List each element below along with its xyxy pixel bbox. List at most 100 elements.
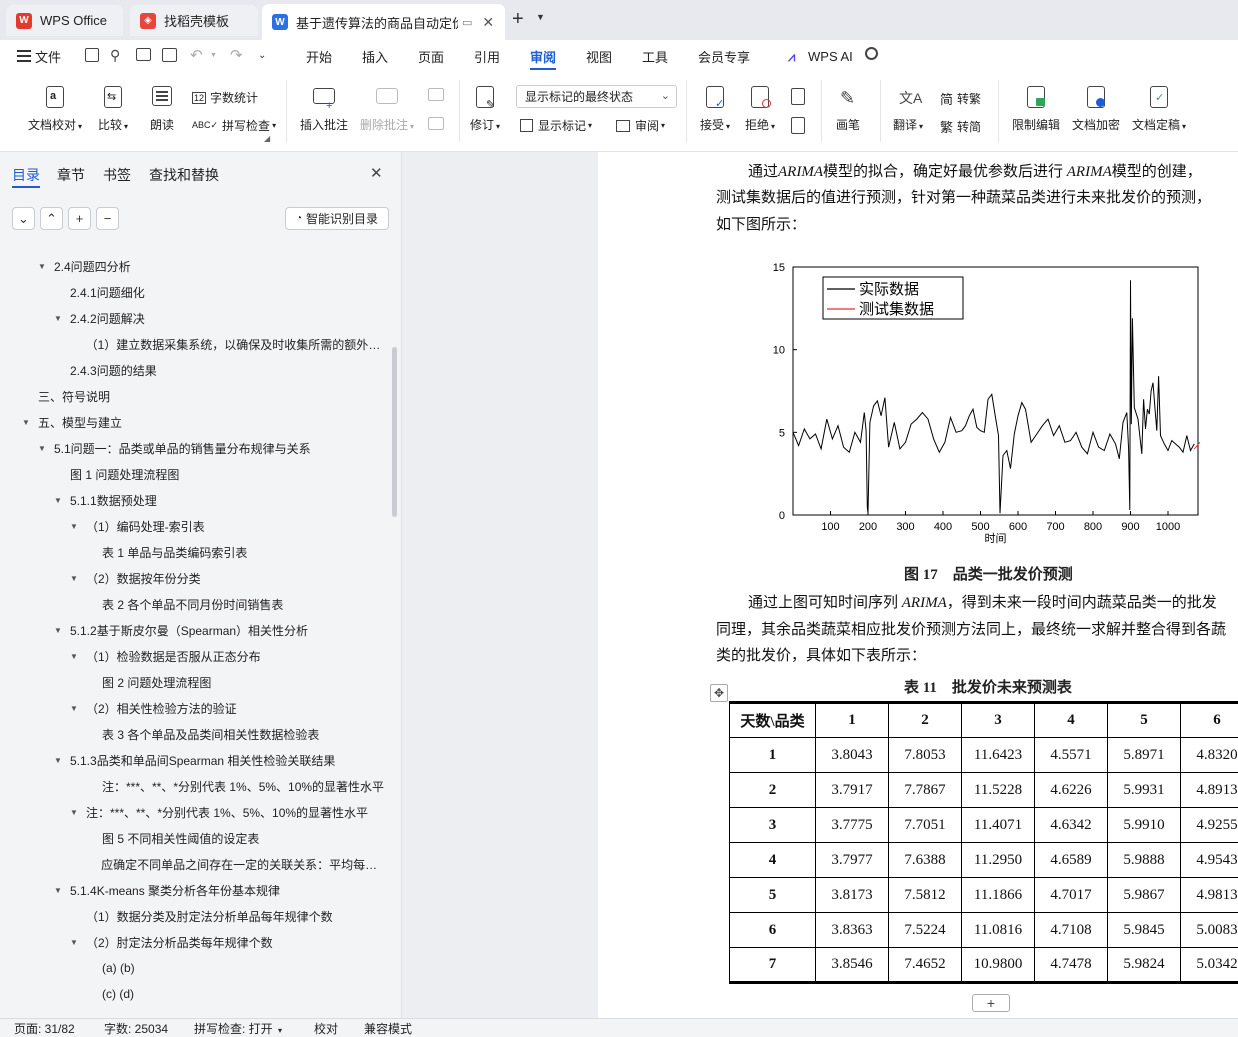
table-move-handle-icon[interactable]: ✥ — [710, 684, 728, 702]
tab-bookmarks[interactable]: 书签 — [103, 165, 131, 185]
toc-item[interactable]: 图 2 问题处理流程图 — [86, 672, 385, 692]
remove-heading-button[interactable]: − — [96, 207, 119, 230]
toc-item[interactable]: ▼2.4问题四分析 — [38, 256, 385, 276]
table-cell[interactable]: 4.8320 — [1181, 738, 1238, 773]
table-cell[interactable]: 4.5571 — [1035, 738, 1108, 773]
show-markup-button[interactable]: 显示标记▾ — [520, 117, 592, 134]
toc-item[interactable]: 表 2 各个单品不同月份时间销售表 — [86, 594, 385, 614]
expand-triangle-icon[interactable]: ▼ — [70, 704, 86, 713]
expand-triangle-icon[interactable]: ▼ — [54, 756, 70, 765]
translate-button[interactable]: 文A 翻译▾ — [893, 86, 923, 133]
spell-check-button[interactable]: ABC✓ 拼写检查▾ — [192, 117, 276, 134]
close-pane-icon[interactable]: ✕ — [370, 164, 383, 182]
smart-toc-button[interactable]: ◔ 智能识别目录 — [285, 207, 389, 230]
table-cell[interactable]: 1 — [730, 738, 816, 773]
new-tab-button[interactable]: + — [512, 8, 524, 31]
expand-triangle-icon[interactable]: ▼ — [70, 522, 86, 531]
doc-finalize-button[interactable]: ✓ 文档定稿▾ — [1132, 86, 1186, 133]
toc-item[interactable]: ▼5.1.2基于斯皮尔曼（Spearman）相关性分析 — [54, 620, 385, 640]
undo-icon[interactable]: ↶ — [190, 46, 203, 64]
undo-dropdown-icon[interactable]: ▼ — [210, 52, 217, 59]
prev-comment-icon[interactable] — [428, 88, 444, 101]
table-header-cell[interactable]: 2 — [889, 703, 962, 738]
toc-scrollbar[interactable] — [392, 347, 397, 517]
menu-reference[interactable]: 引用 — [474, 40, 500, 72]
menu-start[interactable]: 开始 — [306, 40, 332, 72]
table-header-cell[interactable]: 5 — [1108, 703, 1181, 738]
toc-item[interactable]: ▼5.1.1数据预处理 — [54, 490, 385, 510]
tab-chapters[interactable]: 章节 — [57, 165, 85, 185]
share-icon[interactable]: ⚲ — [110, 47, 120, 64]
tab-document[interactable]: W 基于遗传算法的商品自动定价与补货策略研究 ▭ ✕ — [262, 4, 505, 40]
table-cell[interactable]: 5 — [730, 878, 816, 913]
toc-item[interactable]: ▼（2）相关性检验方法的验证 — [70, 698, 385, 718]
toc-item[interactable]: ▼注：***、**、*分别代表 1%、5%、10%的显著性水平 — [70, 802, 385, 822]
toc-item[interactable]: 表 1 单品与品类编码索引表 — [86, 542, 385, 562]
read-aloud-button[interactable]: 朗读 — [150, 86, 174, 133]
delete-comment-button[interactable]: 删除批注▾ — [360, 86, 414, 133]
expand-triangle-icon[interactable]: ▼ — [54, 886, 70, 895]
table-cell[interactable]: 5.9824 — [1108, 948, 1181, 983]
table-cell[interactable]: 5.9910 — [1108, 808, 1181, 843]
menu-review[interactable]: 审阅 — [530, 40, 556, 72]
menu-tools[interactable]: 工具 — [642, 40, 668, 72]
toc-item[interactable]: (a) (b) — [86, 958, 385, 978]
table-cell[interactable]: 11.6423 — [962, 738, 1035, 773]
expand-up-button[interactable]: ⌃ — [40, 207, 63, 230]
toc-item[interactable]: ▼（2）数据按年份分类 — [70, 568, 385, 588]
table-cell[interactable]: 4.9813 — [1181, 878, 1238, 913]
toc-item[interactable]: 图 5 不同相关性阈值的设定表 — [86, 828, 385, 848]
table-cell[interactable]: 11.4071 — [962, 808, 1035, 843]
toc-item[interactable]: （1）建立数据采集系统，以确保及时收集所需的额外数据 — [70, 334, 385, 354]
table-cell[interactable]: 5.0342 — [1181, 948, 1238, 983]
toc-item[interactable]: ▼（1）编码处理-索引表 — [70, 516, 385, 536]
insert-comment-button[interactable]: + 插入批注 — [300, 86, 348, 133]
next-change-icon[interactable] — [791, 117, 805, 134]
ribbon-expand-icon[interactable]: ◢ — [264, 134, 270, 143]
close-icon[interactable]: ✕ — [482, 14, 494, 31]
toc-item[interactable]: ▼五、模型与建立 — [22, 412, 385, 432]
add-row-button[interactable]: + — [972, 994, 1010, 1012]
table-header-cell[interactable]: 6 — [1181, 703, 1238, 738]
accept-button[interactable]: ✓ 接受▾ — [700, 86, 730, 133]
toc-item[interactable]: (c) (d) — [86, 984, 385, 1004]
table-cell[interactable]: 4.9255 — [1181, 808, 1238, 843]
table-cell[interactable]: 3.8363 — [816, 913, 889, 948]
tab-toc[interactable]: 目录 — [12, 165, 40, 185]
to-traditional-button[interactable]: 简 转繁 — [940, 89, 981, 108]
print-preview-icon[interactable] — [162, 48, 177, 62]
toc-item[interactable]: 注：***、**、*分别代表 1%、5%、10%的显著性水平 — [86, 776, 385, 796]
table-cell[interactable]: 4.7108 — [1035, 913, 1108, 948]
review-pane-button[interactable]: 审阅▾ — [616, 117, 665, 134]
tab-template[interactable]: ◈ 找稻壳模板 — [130, 5, 258, 36]
doc-encrypt-button[interactable]: 文档加密 — [1072, 86, 1120, 133]
table-cell[interactable]: 4.6589 — [1035, 843, 1108, 878]
table-cell[interactable]: 7.4652 — [889, 948, 962, 983]
tab-find-replace[interactable]: 查找和替换 — [149, 165, 219, 185]
toc-item[interactable]: 图 1 问题处理流程图 — [54, 464, 385, 484]
pen-button[interactable]: ✎ 画笔 — [836, 86, 860, 133]
prev-change-icon[interactable] — [791, 88, 805, 105]
print-icon[interactable] — [136, 48, 151, 61]
table-header-cell[interactable]: 4 — [1035, 703, 1108, 738]
table-cell[interactable]: 7.5812 — [889, 878, 962, 913]
redo-icon[interactable]: ↷ — [230, 46, 243, 64]
toc-item[interactable]: （1）数据分类及肘定法分析单品每年规律个数 — [70, 906, 385, 926]
collapse-all-button[interactable]: ⌄ — [12, 207, 35, 230]
table-header-cell[interactable]: 3 — [962, 703, 1035, 738]
markup-state-select[interactable]: 显示标记的最终状态 ⌄ — [516, 85, 677, 108]
more-dropdown-icon[interactable]: ⌄ — [258, 50, 266, 61]
toc-item[interactable]: ▼5.1.3品类和单品间Spearman 相关性检验关联结果 — [54, 750, 385, 770]
table-cell[interactable]: 4.8913 — [1181, 773, 1238, 808]
tab-wps-office[interactable]: W WPS Office — [6, 5, 123, 36]
toc-item[interactable]: ▼5.1.4K-means 聚类分析各年份基本规律 — [54, 880, 385, 900]
search-icon[interactable] — [865, 47, 878, 60]
revise-button[interactable]: ✎ 修订▾ — [470, 86, 500, 133]
table-header-cell[interactable]: 1 — [816, 703, 889, 738]
hamburger-icon[interactable] — [17, 50, 31, 62]
expand-triangle-icon[interactable]: ▼ — [54, 314, 70, 323]
table-cell[interactable]: 5.8971 — [1108, 738, 1181, 773]
menu-file[interactable]: 文件 — [35, 40, 61, 72]
expand-triangle-icon[interactable]: ▼ — [22, 418, 38, 427]
table-cell[interactable]: 4.7478 — [1035, 948, 1108, 983]
